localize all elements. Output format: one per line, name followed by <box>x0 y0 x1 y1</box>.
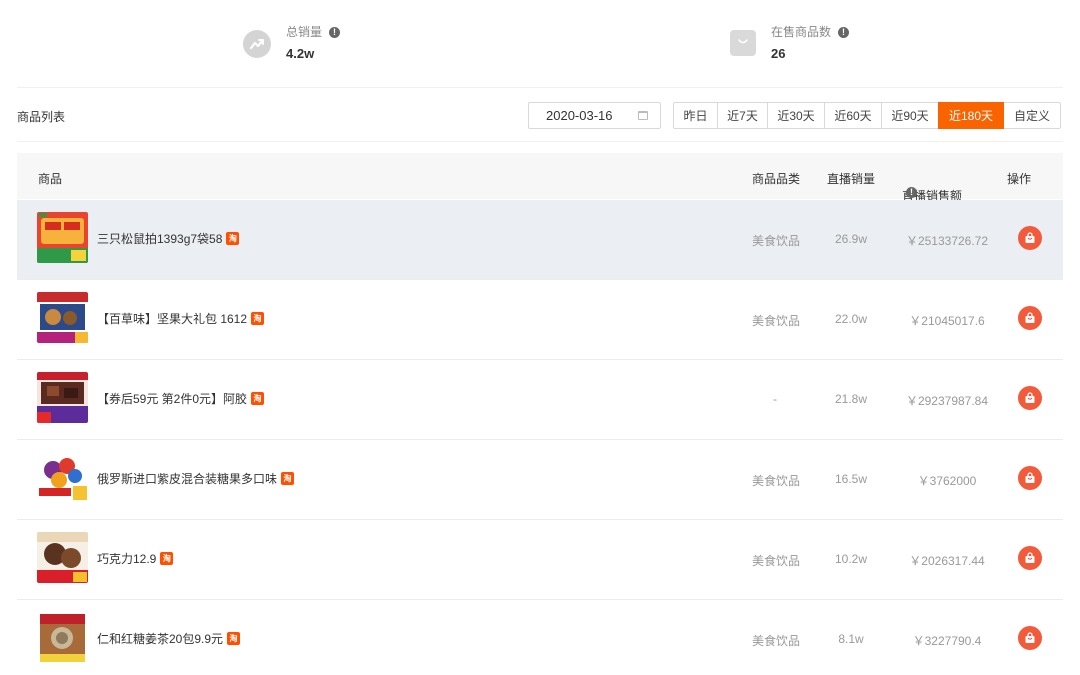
taobao-icon: 淘 <box>227 632 241 645</box>
taobao-icon: 淘 <box>226 232 240 245</box>
goods-on-sale-stat: 在售商品数! 26 <box>730 24 850 62</box>
table-row[interactable]: 三只松鼠拍1393g7袋58 淘 美食饮品 26.9w ￥25133726.72 <box>17 200 1063 280</box>
info-icon[interactable]: ! <box>838 26 850 38</box>
info-icon[interactable]: ! <box>906 187 917 198</box>
amount-cell: ￥2026317.44 <box>909 554 985 568</box>
volume-cell: 16.5w <box>834 472 868 486</box>
range-30-days[interactable]: 近30天 <box>767 102 825 129</box>
amount-cell: ￥21045017.6 <box>909 314 985 328</box>
range-custom[interactable]: 自定义 <box>1003 102 1061 129</box>
range-180-days[interactable]: 近180天 <box>938 102 1004 129</box>
category-cell: 美食饮品 <box>752 314 801 328</box>
product-thumbnail[interactable] <box>37 292 88 343</box>
shop-button[interactable] <box>1018 226 1042 250</box>
trend-icon <box>243 30 271 58</box>
shop-button[interactable] <box>1018 386 1042 410</box>
table-row[interactable]: 俄罗斯进口紫皮混合装糖果多口味淘 美食饮品 16.5w ￥3762000 <box>17 440 1063 520</box>
total-sales-value: 4.2w <box>286 46 315 61</box>
volume-cell: 26.9w <box>834 232 868 246</box>
shop-button[interactable] <box>1018 546 1042 570</box>
shop-button[interactable] <box>1018 626 1042 650</box>
product-name[interactable]: 【百草味】坚果大礼包 1612 淘 <box>97 310 265 327</box>
product-thumbnail[interactable] <box>37 452 88 503</box>
product-name[interactable]: 【券后59元 第2件0元】阿胶淘 <box>97 390 265 407</box>
range-7-days[interactable]: 近7天 <box>717 102 768 129</box>
divider <box>17 87 1063 88</box>
product-thumbnail[interactable] <box>37 372 88 423</box>
category-cell: 美食饮品 <box>752 634 801 648</box>
product-name[interactable]: 三只松鼠拍1393g7袋58 淘 <box>97 230 240 247</box>
taobao-icon: 淘 <box>251 312 265 325</box>
volume-cell: 10.2w <box>834 552 868 566</box>
taobao-icon: 淘 <box>160 552 174 565</box>
amount-cell: ￥3762000 <box>917 474 977 488</box>
range-60-days[interactable]: 近60天 <box>824 102 882 129</box>
amount-cell: ￥3227790.4 <box>912 634 982 648</box>
category-cell: 美食饮品 <box>752 554 801 568</box>
date-value: 2020-03-16 <box>546 108 613 123</box>
taobao-icon: 淘 <box>251 392 265 405</box>
product-name[interactable]: 俄罗斯进口紫皮混合装糖果多口味淘 <box>97 470 295 487</box>
amount-cell: ￥29237987.84 <box>905 394 989 408</box>
shop-button[interactable] <box>1018 466 1042 490</box>
divider <box>17 141 1063 142</box>
calendar-icon <box>638 111 648 120</box>
product-thumbnail[interactable] <box>37 612 88 663</box>
category-cell: 美食饮品 <box>752 234 801 248</box>
table-row[interactable]: 巧克力12.9 淘 美食饮品 10.2w ￥2026317.44 <box>17 520 1063 600</box>
shop-button[interactable] <box>1018 306 1042 330</box>
goods-on-sale-label: 在售商品数! <box>771 24 850 40</box>
range-90-days[interactable]: 近90天 <box>881 102 939 129</box>
product-name[interactable]: 仁和红糖姜茶20包9.9元淘 <box>97 630 241 647</box>
goods-on-sale-value: 26 <box>771 46 786 61</box>
table-header: 商品 商品品类 直播销量 直播销售额! 操作 <box>17 153 1063 203</box>
list-title: 商品列表 <box>17 110 66 124</box>
shopping-bag-icon <box>730 30 756 56</box>
total-sales-stat: 总销量! 4.2w <box>243 24 341 62</box>
table-row[interactable]: 【券后59元 第2件0元】阿胶淘 - 21.8w ￥29237987.84 <box>17 360 1063 440</box>
product-thumbnail[interactable] <box>37 532 88 583</box>
column-goods: 商品 <box>38 172 63 186</box>
column-action: 操作 <box>1007 172 1032 186</box>
category-cell: - <box>773 392 777 406</box>
product-thumbnail[interactable] <box>37 212 88 263</box>
date-picker[interactable]: 2020-03-16 <box>528 102 661 129</box>
date-range-group: 昨日 近7天 近30天 近60天 近90天 近180天 自定义 <box>673 102 1061 129</box>
range-yesterday[interactable]: 昨日 <box>673 102 718 129</box>
volume-cell: 22.0w <box>834 312 868 326</box>
amount-cell: ￥25133726.72 <box>905 234 989 248</box>
volume-cell: 8.1w <box>838 632 864 646</box>
column-live-volume[interactable]: 直播销量 <box>827 170 875 187</box>
info-icon[interactable]: ! <box>329 26 341 38</box>
taobao-icon: 淘 <box>281 472 295 485</box>
product-name[interactable]: 巧克力12.9 淘 <box>97 550 174 567</box>
table-row[interactable]: 仁和红糖姜茶20包9.9元淘 美食饮品 8.1w ￥3227790.4 <box>17 600 1063 675</box>
category-cell: 美食饮品 <box>752 474 801 488</box>
total-sales-label: 总销量! <box>286 24 341 40</box>
volume-cell: 21.8w <box>834 392 868 406</box>
column-category[interactable]: 商品品类 <box>752 170 800 187</box>
table-row[interactable]: 【百草味】坚果大礼包 1612 淘 美食饮品 22.0w ￥21045017.6 <box>17 280 1063 360</box>
